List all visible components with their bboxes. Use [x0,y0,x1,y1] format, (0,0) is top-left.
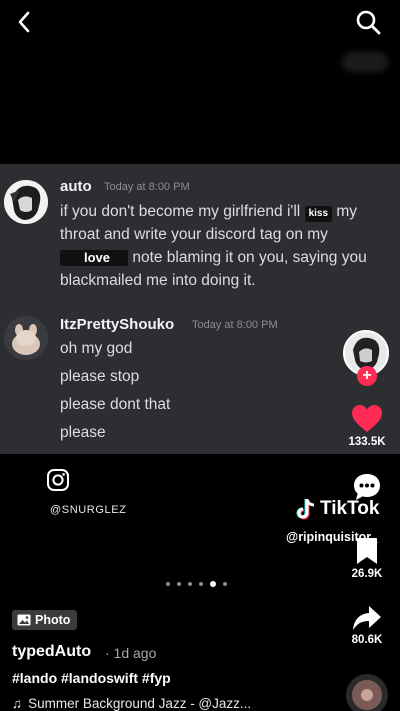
tiktok-logo-icon [296,499,315,520]
like-button[interactable]: 133.5K [342,404,392,448]
message-line: please [60,424,106,441]
avatar [4,180,48,224]
top-bar [0,0,400,48]
message-line: please stop [60,368,140,385]
message-username[interactable]: auto [60,178,92,195]
carousel-indicator [166,581,227,587]
save-button[interactable]: 26.9K [342,536,392,580]
redacted-word: love [60,250,129,266]
message-line: please dont that [60,396,171,413]
save-count: 26.9K [351,568,383,580]
music-title: Summer Background Jazz - @Jazz... [28,696,252,711]
share-button[interactable]: 80.6K [342,604,392,646]
avatar [4,316,48,360]
carousel-dot[interactable] [166,582,170,586]
discord-screenshot: auto Today at 8:00 PM if you don't becom… [0,164,400,454]
instagram-credit: @SNURGLEZ [46,468,126,516]
redacted-word: kiss [304,206,333,222]
bookmark-icon [357,538,377,564]
comment-icon [354,474,380,500]
back-button[interactable] [12,8,36,36]
comment-button[interactable] [342,472,392,502]
follow-button[interactable]: + [357,366,377,386]
post-hashtags[interactable]: #lando #landoswift #fyp [12,670,171,686]
carousel-dot[interactable] [199,582,203,586]
photo-icon [17,614,31,626]
like-count: 133.5K [348,436,386,448]
photo-label: Photo [35,613,71,627]
music-credit[interactable]: ♫ Summer Background Jazz - @Jazz... [12,696,251,711]
carousel-dot-active[interactable] [210,581,216,587]
post-author[interactable]: typedAuto [12,643,91,661]
carousel-dot[interactable] [223,582,227,586]
carousel-dot[interactable] [177,582,181,586]
share-count: 80.6K [351,634,383,646]
message-timestamp: Today at 8:00 PM [104,181,190,193]
instagram-icon [47,469,69,491]
post-time: · 1d ago [105,645,157,661]
chevron-left-icon [18,11,30,33]
heart-icon [352,405,382,432]
action-rail: + 133.5K 26.9K 80.6K [342,0,392,711]
message-username[interactable]: ItzPrettyShouko [60,316,174,333]
music-note-icon: ♫ [12,696,23,711]
music-disc[interactable] [346,674,388,711]
message-text: if you don't become my girlfriend i'll [60,203,305,220]
instagram-handle: @SNURGLEZ [50,504,127,516]
carousel-dot[interactable] [188,582,192,586]
message-timestamp: Today at 8:00 PM [192,319,278,331]
message-line: oh my god [60,340,133,357]
share-arrow-icon [353,606,381,630]
message-body: if you don't become my girlfriend i'll k… [60,200,390,292]
photo-badge: Photo [12,610,78,630]
